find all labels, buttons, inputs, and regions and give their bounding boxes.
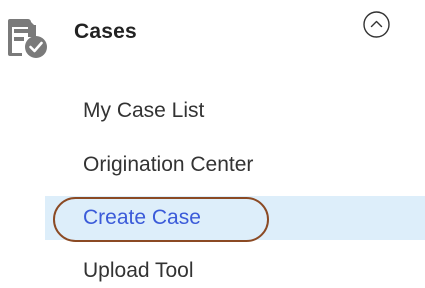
cases-nav-panel: Cases My Case List Origination Center Cr…: [0, 0, 425, 288]
menu-item-label: Origination Center: [83, 153, 254, 176]
menu-item-my-case-list[interactable]: My Case List: [45, 89, 425, 133]
menu-item-label: Upload Tool: [83, 259, 194, 282]
menu-item-label: My Case List: [83, 99, 205, 122]
chevron-up-circle-icon[interactable]: [362, 10, 391, 39]
menu-item-create-case[interactable]: Create Case: [45, 196, 425, 240]
menu-item-label: Create Case: [83, 206, 201, 229]
section-title: Cases: [74, 20, 137, 43]
menu-item-upload-tool[interactable]: Upload Tool: [45, 249, 425, 288]
cases-icon: [8, 19, 47, 58]
cases-section-header[interactable]: Cases: [0, 0, 425, 75]
menu-item-origination-center[interactable]: Origination Center: [45, 143, 425, 187]
